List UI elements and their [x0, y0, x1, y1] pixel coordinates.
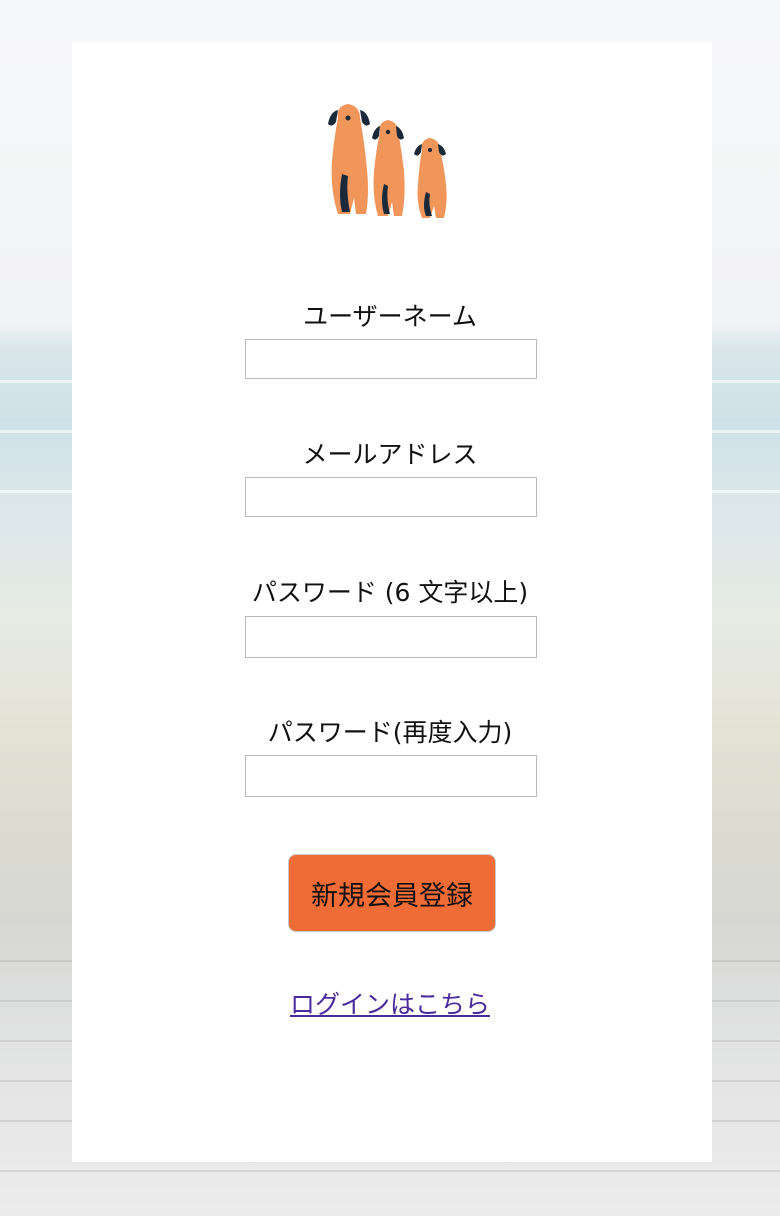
- login-link-container: ログインはこちら: [0, 988, 780, 1022]
- password-confirm-input[interactable]: [245, 755, 537, 797]
- background-plank: [0, 1170, 780, 1172]
- dog-medium: [372, 120, 405, 216]
- signup-button[interactable]: 新規会員登録: [288, 854, 496, 932]
- login-link[interactable]: ログインはこちら: [290, 990, 490, 1019]
- dog-large: [328, 104, 370, 214]
- password-input[interactable]: [245, 616, 537, 658]
- password-confirm-label: パスワード(再度入力): [267, 718, 513, 747]
- three-dogs-logo-icon: [328, 104, 447, 218]
- username-input[interactable]: [245, 339, 537, 379]
- username-label: ユーザーネーム: [303, 302, 477, 331]
- password-label: パスワード (6 文字以上): [251, 578, 529, 607]
- email-label: メールアドレス: [302, 440, 478, 469]
- email-input[interactable]: [245, 477, 537, 517]
- dog-small: [414, 138, 447, 218]
